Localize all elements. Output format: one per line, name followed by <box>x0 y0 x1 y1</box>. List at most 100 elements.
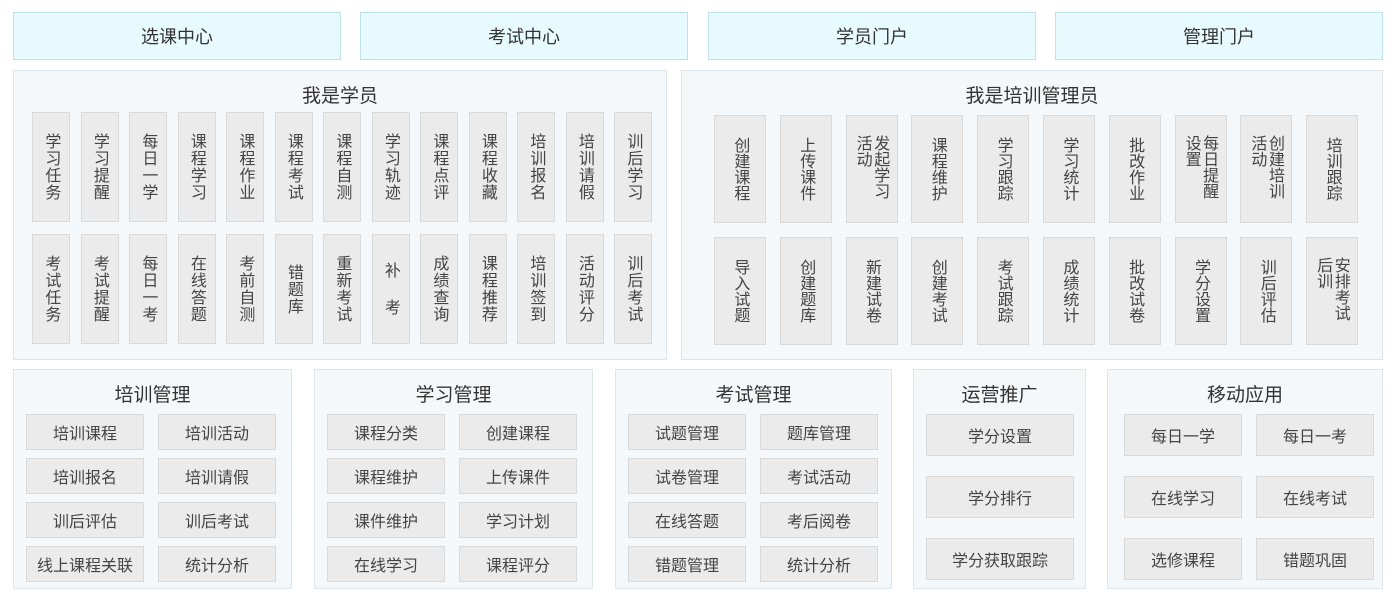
admin-tile-label: 新建试卷 <box>862 259 882 323</box>
mobile-button[interactable]: 每日一考 <box>1256 414 1374 456</box>
training-grid: 培训课程 培训活动 培训报名 培训请假 训后评估 训后考试 线上课程关联 统计分析 <box>26 414 278 582</box>
admin-tile[interactable]: 批改作业 <box>1108 115 1161 223</box>
student-tile[interactable]: 每日一考 <box>129 234 167 344</box>
admin-tile[interactable]: 创建培训活动 <box>1240 115 1293 223</box>
student-tile[interactable]: 每日一学 <box>129 112 167 222</box>
student-tile[interactable]: 补 考 <box>371 234 410 344</box>
exam-button[interactable]: 试卷管理 <box>628 458 746 494</box>
admin-tile[interactable]: 安排考试后训 <box>1306 237 1359 345</box>
student-tile[interactable]: 在线答题 <box>177 234 216 344</box>
exam-button[interactable]: 统计分析 <box>760 546 878 582</box>
learning-button[interactable]: 在线学习 <box>327 546 445 582</box>
learning-button[interactable]: 创建课程 <box>459 414 577 450</box>
admin-tile[interactable]: 学习跟踪 <box>977 115 1030 223</box>
ops-button[interactable]: 学分排行 <box>926 476 1074 518</box>
student-tile-label: 成绩查询 <box>430 255 450 323</box>
exam-button[interactable]: 在线答题 <box>628 502 746 538</box>
admin-tile[interactable]: 创建考试 <box>911 237 964 345</box>
exam-button[interactable]: 题库管理 <box>760 414 878 450</box>
admin-tile[interactable]: 课程维护 <box>911 115 964 223</box>
student-tile[interactable]: 成绩查询 <box>420 234 458 344</box>
mobile-button[interactable]: 每日一学 <box>1124 414 1242 456</box>
student-tile[interactable]: 培训报名 <box>517 112 555 222</box>
nav-student-portal[interactable]: 学员门户 <box>708 12 1036 60</box>
learning-button[interactable]: 课程评分 <box>459 546 577 582</box>
nav-label: 学员门户 <box>836 27 908 48</box>
training-button[interactable]: 培训课程 <box>26 414 144 450</box>
admin-tile[interactable]: 导入试题 <box>714 237 766 345</box>
student-tile-label: 错题库 <box>284 263 304 315</box>
learning-button[interactable]: 学习计划 <box>459 502 577 538</box>
training-button[interactable]: 培训请假 <box>158 458 276 494</box>
admin-tile[interactable]: 发起学习活动 <box>845 115 898 223</box>
admin-tile[interactable]: 新建试卷 <box>845 237 898 345</box>
mobile-grid: 每日一学 每日一考 在线学习 在线考试 选修课程 错题巩固 <box>1124 414 1374 580</box>
student-tile[interactable]: 考试提醒 <box>80 234 119 344</box>
student-tile[interactable]: 考前自测 <box>226 234 264 344</box>
learning-button[interactable]: 课程维护 <box>327 458 445 494</box>
admin-tile[interactable]: 批改试卷 <box>1108 237 1161 345</box>
exam-button[interactable]: 错题管理 <box>628 546 746 582</box>
nav-exam-center[interactable]: 考试中心 <box>360 12 688 60</box>
student-tile[interactable]: 课程自测 <box>323 112 361 222</box>
student-tile[interactable]: 学习提醒 <box>80 112 119 222</box>
training-button[interactable]: 训后考试 <box>158 502 276 538</box>
mobile-button[interactable]: 在线学习 <box>1124 476 1242 518</box>
nav-admin-portal[interactable]: 管理门户 <box>1055 12 1383 60</box>
admin-panel: 我是培训管理员 创建课程 上传课件 发起学习活动 课程维护 学习跟踪 学习统计 批改作业 每日… <box>681 70 1383 360</box>
student-tile[interactable]: 重新考试 <box>323 234 361 344</box>
student-tile[interactable]: 考试任务 <box>32 234 70 344</box>
ops-button[interactable]: 学分获取跟踪 <box>926 538 1074 580</box>
student-tile[interactable]: 课程学习 <box>177 112 216 222</box>
learning-button[interactable]: 课程分类 <box>327 414 445 450</box>
admin-tile[interactable]: 每日提醒设置 <box>1174 115 1227 223</box>
nav-course-center[interactable]: 选课中心 <box>13 12 341 60</box>
admin-tile[interactable]: 培训跟踪 <box>1306 115 1359 223</box>
student-tile[interactable]: 活动评分 <box>565 234 604 344</box>
learning-button[interactable]: 课件维护 <box>327 502 445 538</box>
admin-tile[interactable]: 考试跟踪 <box>977 237 1030 345</box>
admin-tile-label: 考试跟踪 <box>994 259 1014 323</box>
mobile-button[interactable]: 选修课程 <box>1124 538 1242 580</box>
student-tile[interactable]: 学习任务 <box>32 112 70 222</box>
training-button[interactable]: 统计分析 <box>158 546 276 582</box>
student-tile[interactable]: 培训请假 <box>565 112 604 222</box>
learning-button[interactable]: 上传课件 <box>459 458 577 494</box>
admin-tile[interactable]: 成绩统计 <box>1042 237 1095 345</box>
admin-tile[interactable]: 上传课件 <box>779 115 832 223</box>
learning-grid: 课程分类 创建课程 课程维护 上传课件 课件维护 学习计划 在线学习 课程评分 <box>327 414 579 582</box>
student-tile-label: 培训签到 <box>527 255 547 323</box>
admin-tile-label: 批改作业 <box>1126 137 1146 201</box>
student-tile[interactable]: 课程点评 <box>420 112 458 222</box>
student-tile[interactable]: 课程作业 <box>226 112 264 222</box>
admin-tile-label: 安排考试后训 <box>1314 257 1351 321</box>
training-button[interactable]: 训后评估 <box>26 502 144 538</box>
training-button[interactable]: 培训报名 <box>26 458 144 494</box>
student-tile-label: 补 考 <box>381 262 401 316</box>
training-button[interactable]: 培训活动 <box>158 414 276 450</box>
exam-button[interactable]: 考试活动 <box>760 458 878 494</box>
exam-button[interactable]: 试题管理 <box>628 414 746 450</box>
admin-tile[interactable]: 创建课程 <box>714 115 766 223</box>
exam-button[interactable]: 考后阅卷 <box>760 502 878 538</box>
student-tile[interactable]: 训后考试 <box>614 234 652 344</box>
mobile-button[interactable]: 错题巩固 <box>1256 538 1374 580</box>
student-tile[interactable]: 训后学习 <box>614 112 652 222</box>
student-tile[interactable]: 错题库 <box>274 234 313 344</box>
student-tile-label: 考前自测 <box>236 255 256 323</box>
admin-tile[interactable]: 创建题库 <box>779 237 832 345</box>
student-tile-label: 每日一考 <box>139 255 159 323</box>
mobile-button[interactable]: 在线考试 <box>1256 476 1374 518</box>
training-button[interactable]: 线上课程关联 <box>26 546 144 582</box>
admin-tile[interactable]: 学习统计 <box>1042 115 1095 223</box>
ops-button[interactable]: 学分设置 <box>926 414 1074 456</box>
student-tile[interactable]: 课程考试 <box>274 112 313 222</box>
exam-panel-title: 考试管理 <box>715 384 792 406</box>
admin-tile[interactable]: 训后评估 <box>1240 237 1293 345</box>
student-tile[interactable]: 培训签到 <box>517 234 555 344</box>
admin-tile[interactable]: 学分设置 <box>1174 237 1227 345</box>
admin-tile-label: 创建考试 <box>928 259 948 323</box>
student-tile[interactable]: 课程推荐 <box>468 234 507 344</box>
student-tile[interactable]: 学习轨迹 <box>371 112 410 222</box>
student-tile[interactable]: 课程收藏 <box>468 112 507 222</box>
